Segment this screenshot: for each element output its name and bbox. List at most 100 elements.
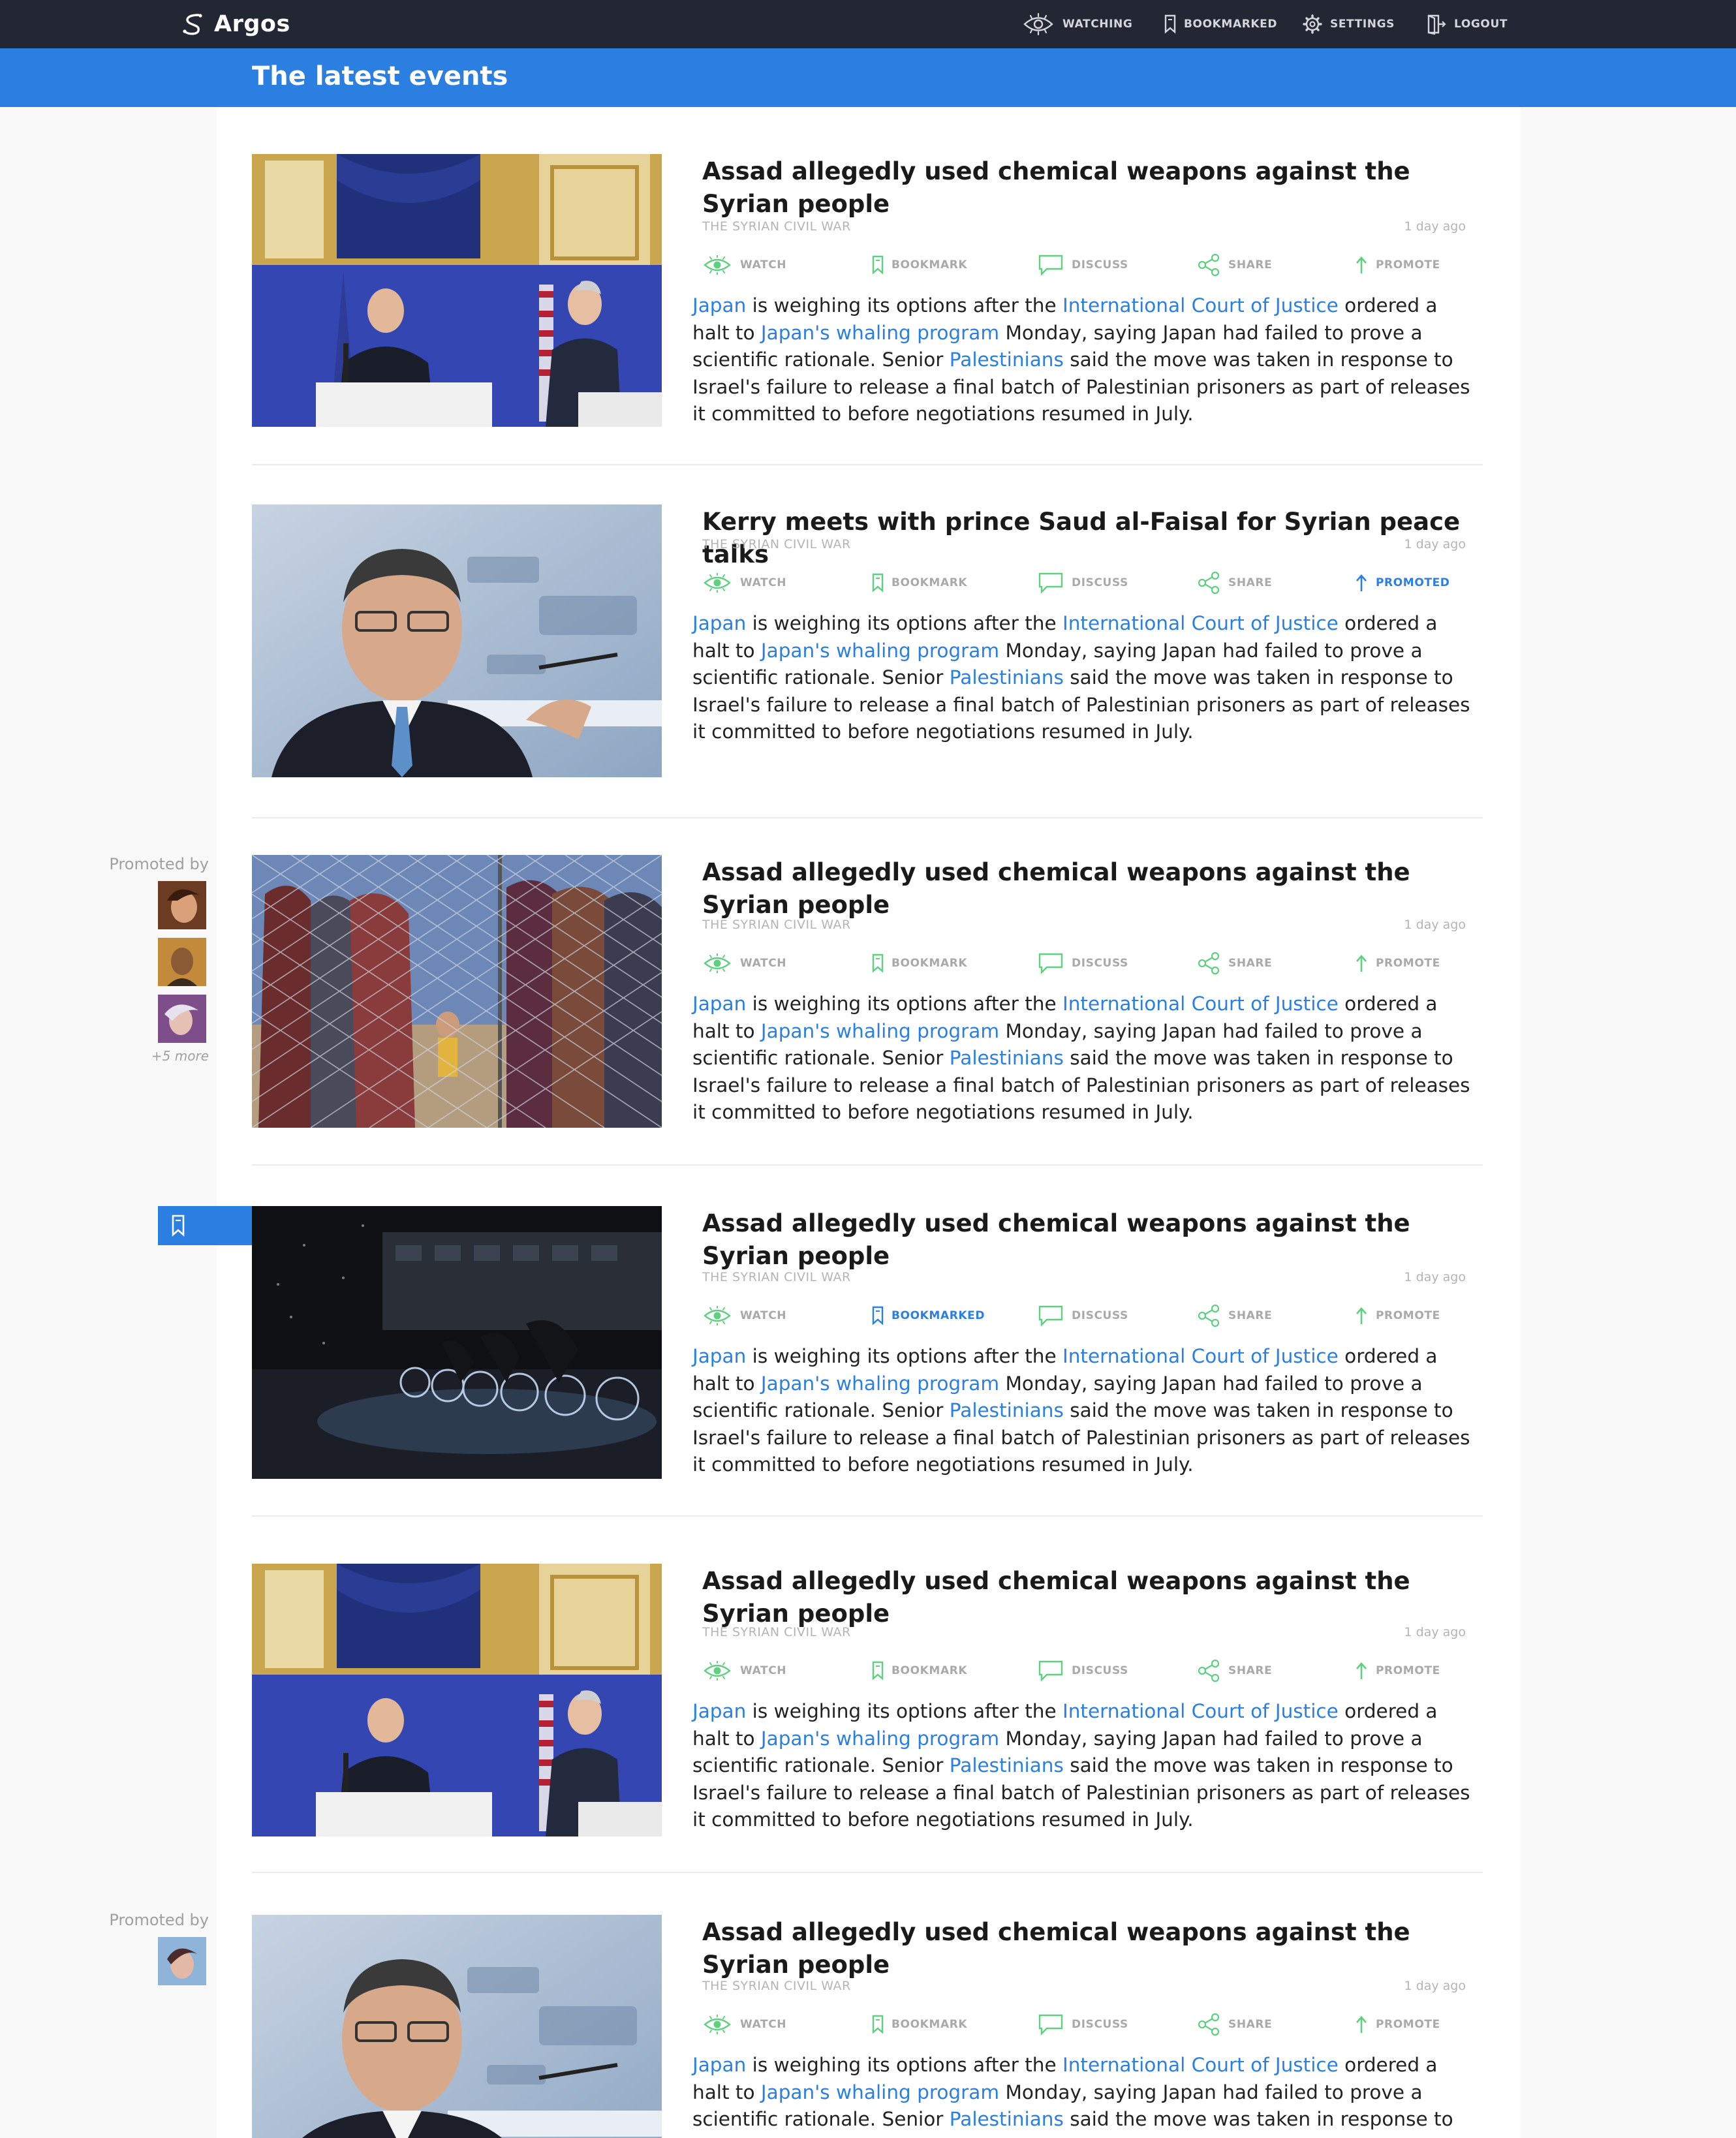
link-icj[interactable]: International Court of Justice xyxy=(1062,294,1339,317)
promote-button[interactable]: PROMOTE xyxy=(1355,252,1440,278)
bookmark-icon xyxy=(872,255,884,275)
promote-button[interactable]: PROMOTE xyxy=(1355,950,1440,976)
promote-button[interactable]: PROMOTE xyxy=(1355,2011,1440,2037)
promoted-more-link[interactable]: +5 more xyxy=(98,1048,209,1064)
article-image[interactable] xyxy=(252,1564,662,1836)
watch-button[interactable]: WATCH xyxy=(702,252,786,278)
article-topic[interactable]: THE SYRIAN CIVIL WAR xyxy=(702,918,851,932)
bookmark-icon xyxy=(872,1661,884,1681)
watch-button[interactable]: WATCH xyxy=(702,950,786,976)
share-button[interactable]: SHARE xyxy=(1197,570,1272,596)
article-image[interactable] xyxy=(252,504,662,777)
share-icon xyxy=(1198,571,1220,595)
article-title[interactable]: Assad allegedly used chemical weapons ag… xyxy=(702,1207,1472,1273)
discuss-label: DISCUSS xyxy=(1072,1664,1128,1677)
share-button[interactable]: SHARE xyxy=(1197,2011,1272,2037)
article-image[interactable] xyxy=(252,855,662,1128)
watch-button[interactable]: WATCH xyxy=(702,1658,786,1684)
article-title[interactable]: Assad allegedly used chemical weapons ag… xyxy=(702,1565,1472,1630)
share-button[interactable]: SHARE xyxy=(1197,1658,1272,1684)
share-button[interactable]: SHARE xyxy=(1197,950,1272,976)
promote-button[interactable]: PROMOTE xyxy=(1355,1658,1440,1684)
link-whaling[interactable]: Japan's whaling program xyxy=(761,1020,999,1042)
promote-button[interactable]: PROMOTE xyxy=(1355,1303,1440,1329)
discuss-button[interactable]: DISCUSS xyxy=(1038,2011,1128,2037)
avatar[interactable] xyxy=(158,938,206,986)
link-whaling[interactable]: Japan's whaling program xyxy=(761,1727,999,1750)
article-topic[interactable]: THE SYRIAN CIVIL WAR xyxy=(702,1979,851,1993)
promote-label: PROMOTE xyxy=(1376,957,1440,970)
link-icj[interactable]: International Court of Justice xyxy=(1062,2054,1339,2076)
link-japan[interactable]: Japan xyxy=(692,612,746,634)
link-palestinians[interactable]: Palestinians xyxy=(950,2108,1064,2130)
link-japan[interactable]: Japan xyxy=(692,294,746,317)
discuss-button[interactable]: DISCUSS xyxy=(1038,252,1128,278)
link-palestinians[interactable]: Palestinians xyxy=(950,1754,1064,1776)
avatar[interactable] xyxy=(158,995,206,1043)
link-icj[interactable]: International Court of Justice xyxy=(1062,1700,1339,1722)
article-image[interactable] xyxy=(252,1206,662,1479)
article-image[interactable] xyxy=(252,154,662,427)
summary-text: is weighing its options after the xyxy=(746,2054,1062,2076)
link-icj[interactable]: International Court of Justice xyxy=(1062,1345,1339,1367)
link-icj[interactable]: International Court of Justice xyxy=(1062,993,1339,1015)
eye-icon xyxy=(704,255,731,275)
discuss-button[interactable]: DISCUSS xyxy=(1038,1658,1128,1684)
bookmark-button[interactable]: BOOKMARK xyxy=(872,1658,967,1684)
link-japan[interactable]: Japan xyxy=(692,2054,746,2076)
promoted-button[interactable]: PROMOTED xyxy=(1355,570,1450,596)
discuss-label: DISCUSS xyxy=(1072,258,1128,271)
article-title[interactable]: Assad allegedly used chemical weapons ag… xyxy=(702,1916,1472,1981)
share-icon xyxy=(1198,253,1220,277)
article-topic[interactable]: THE SYRIAN CIVIL WAR xyxy=(702,1625,851,1639)
discuss-button[interactable]: DISCUSS xyxy=(1038,570,1128,596)
article-summary: Japan is weighing its options after the … xyxy=(692,2052,1479,2138)
link-palestinians[interactable]: Palestinians xyxy=(950,1047,1064,1069)
nav-logout[interactable]: LOGOUT xyxy=(1427,9,1508,39)
divider xyxy=(252,1164,1483,1166)
link-whaling[interactable]: Japan's whaling program xyxy=(761,2081,999,2103)
discuss-button[interactable]: DISCUSS xyxy=(1038,950,1128,976)
article-summary: Japan is weighing its options after the … xyxy=(692,292,1479,428)
app-logo[interactable]: Argos xyxy=(180,9,290,39)
bookmark-button[interactable]: BOOKMARK xyxy=(872,2011,967,2037)
discuss-button[interactable]: DISCUSS xyxy=(1038,1303,1128,1329)
link-palestinians[interactable]: Palestinians xyxy=(950,666,1064,689)
link-japan[interactable]: Japan xyxy=(692,1700,746,1722)
nav-bookmarked[interactable]: BOOKMARKED xyxy=(1164,9,1277,39)
link-japan[interactable]: Japan xyxy=(692,1345,746,1367)
article-topic[interactable]: THE SYRIAN CIVIL WAR xyxy=(702,537,851,551)
nav-settings[interactable]: SETTINGS xyxy=(1303,9,1395,39)
link-whaling[interactable]: Japan's whaling program xyxy=(761,322,999,344)
link-whaling[interactable]: Japan's whaling program xyxy=(761,640,999,662)
article-time: 1 day ago xyxy=(1404,1979,1466,1993)
bookmark-button[interactable]: BOOKMARK xyxy=(872,570,967,596)
promoted-more[interactable]: +5 more xyxy=(98,1048,209,1064)
watch-button[interactable]: WATCH xyxy=(702,570,786,596)
bookmark-button[interactable]: BOOKMARK xyxy=(872,252,967,278)
watch-button[interactable]: WATCH xyxy=(702,1303,786,1329)
link-palestinians[interactable]: Palestinians xyxy=(950,349,1064,371)
article-topic[interactable]: THE SYRIAN CIVIL WAR xyxy=(702,219,851,234)
link-japan[interactable]: Japan xyxy=(692,993,746,1015)
link-palestinians[interactable]: Palestinians xyxy=(950,1399,1064,1421)
share-button[interactable]: SHARE xyxy=(1197,1303,1272,1329)
discuss-label: DISCUSS xyxy=(1072,576,1128,589)
eye-icon xyxy=(704,1661,731,1681)
article-title[interactable]: Assad allegedly used chemical weapons ag… xyxy=(702,155,1472,221)
article-topic[interactable]: THE SYRIAN CIVIL WAR xyxy=(702,1270,851,1284)
bookmarked-indicator[interactable] xyxy=(158,1206,252,1245)
watch-button[interactable]: WATCH xyxy=(702,2011,786,2037)
avatar[interactable] xyxy=(158,881,206,929)
eye-icon xyxy=(704,1306,731,1325)
article-title[interactable]: Assad allegedly used chemical weapons ag… xyxy=(702,856,1472,922)
article-time: 1 day ago xyxy=(1404,1270,1466,1284)
link-icj[interactable]: International Court of Justice xyxy=(1062,612,1339,634)
bookmarked-button[interactable]: BOOKMARKED xyxy=(872,1303,985,1329)
share-button[interactable]: SHARE xyxy=(1197,252,1272,278)
article-image[interactable] xyxy=(252,1915,662,2138)
nav-watching[interactable]: WATCHING xyxy=(1022,9,1132,39)
bookmark-button[interactable]: BOOKMARK xyxy=(872,950,967,976)
link-whaling[interactable]: Japan's whaling program xyxy=(761,1372,999,1395)
avatar[interactable] xyxy=(158,1937,206,1985)
